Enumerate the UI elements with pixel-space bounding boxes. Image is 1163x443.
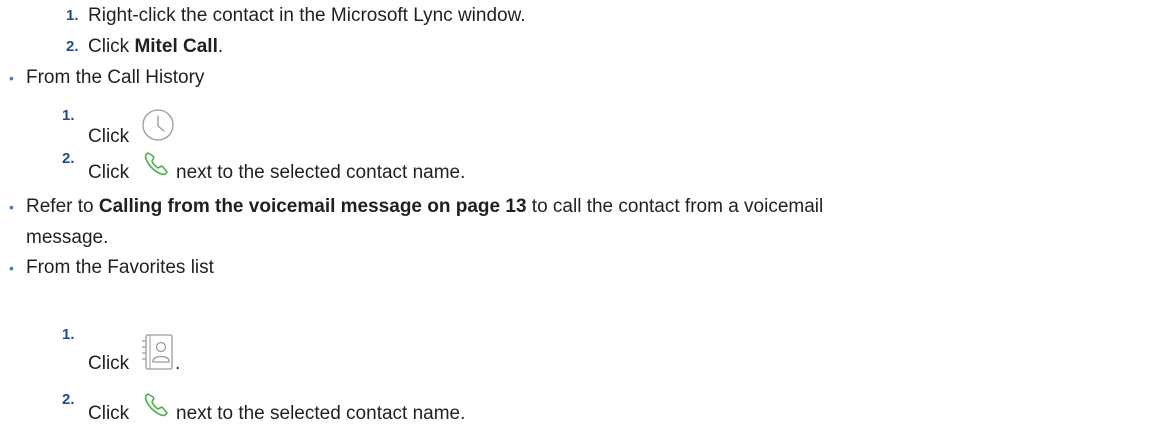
- phone-icon: [144, 152, 168, 176]
- step-text: Click: [88, 353, 130, 374]
- bullet-text: Refer to Calling from the voicemail mess…: [26, 196, 823, 218]
- step-text-suffix: .: [217, 36, 224, 57]
- step-number: 1.: [66, 7, 79, 24]
- bullet-marker: •: [9, 199, 14, 215]
- step-number: 1.: [62, 326, 75, 343]
- step-text: Click: [88, 126, 130, 147]
- bullet-marker: •: [9, 70, 14, 86]
- phone-icon: [144, 393, 168, 417]
- bullet-marker: •: [9, 260, 14, 276]
- bullet-text: From the Call History: [26, 67, 205, 88]
- step-text-prefix: Click: [88, 36, 135, 57]
- step-text-suffix: .: [175, 353, 181, 374]
- step-text: Right-click the contact in the Microsoft…: [88, 5, 526, 26]
- step-text-prefix: Click: [88, 162, 130, 183]
- bullet-text-suffix: to call the contact from a voicemail: [526, 196, 824, 217]
- voicemail-reference-link: Calling from the voicemail message on pa…: [98, 196, 527, 217]
- contacts-book-icon: [142, 334, 173, 370]
- step-number: 2.: [66, 38, 79, 55]
- clock-icon: [142, 109, 174, 141]
- step-number: 2.: [62, 150, 75, 167]
- mitel-call-label: Mitel Call: [134, 36, 218, 57]
- bullet-text: From the Favorites list: [26, 257, 214, 278]
- step-number: 1.: [62, 107, 75, 124]
- step-text-suffix: next to the selected contact name.: [176, 162, 466, 183]
- step-text: Click Mitel Call.: [88, 36, 223, 58]
- step-text-prefix: Click: [88, 403, 130, 424]
- bullet-text-prefix: Refer to: [26, 196, 99, 217]
- step-text-suffix: next to the selected contact name.: [176, 403, 466, 424]
- step-number: 2.: [62, 391, 75, 408]
- bullet-text-continued: message.: [26, 227, 109, 248]
